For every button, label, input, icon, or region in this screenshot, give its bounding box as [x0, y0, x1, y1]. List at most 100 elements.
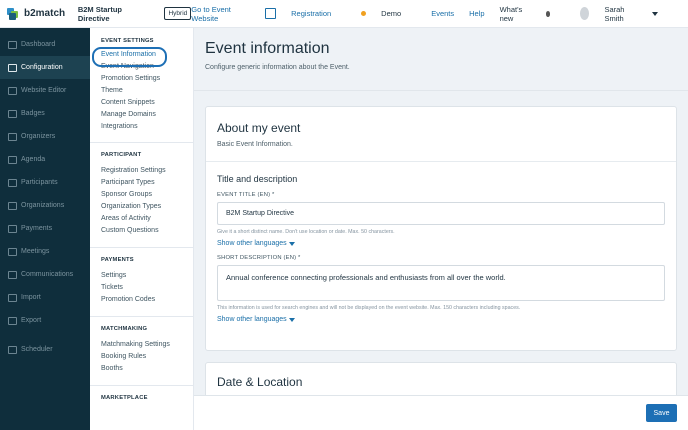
chevron-down-icon [652, 11, 658, 16]
sidebar-item-scheduler[interactable]: Scheduler [0, 338, 90, 361]
card-subtitle: Basic Event Information. [217, 141, 293, 148]
sidebar-item-configuration[interactable]: Configuration [0, 56, 90, 79]
registration-link[interactable]: Registration [265, 8, 346, 19]
sidebar-item-participants[interactable]: Participants [0, 171, 90, 194]
settings-item-booths[interactable]: Booths [101, 363, 193, 375]
sidebar-item-label: Payments [21, 225, 53, 232]
demo-status[interactable]: Demo [361, 9, 416, 18]
short-description-textarea[interactable]: Annual conference connecting professiona… [217, 265, 665, 301]
show-other-languages-label: Show other languages [217, 240, 287, 247]
footer-bar: Save [194, 395, 688, 430]
sidebar-item-badges[interactable]: Badges [0, 102, 90, 125]
sidebar-item-organizers[interactable]: Organizers [0, 125, 90, 148]
short-description-label: SHORT DESCRIPTION (EN) * [217, 255, 301, 261]
whats-new-link[interactable]: What's new [500, 5, 566, 23]
badge-icon [8, 109, 17, 118]
card-body: Title and description EVENT TITLE (EN) *… [206, 162, 676, 323]
highlight-ring [92, 47, 167, 67]
show-other-languages-link[interactable]: Show other languages [217, 240, 676, 247]
sidebar-item-label: Meetings [21, 248, 50, 255]
website-icon [8, 86, 17, 95]
settings-item-sponsor-groups[interactable]: Sponsor Groups [101, 189, 193, 201]
sidebar-item-export[interactable]: Export [0, 309, 90, 332]
user-name: Sarah Smith [604, 4, 625, 23]
show-other-languages-link[interactable]: Show other languages [217, 316, 676, 323]
meetings-icon [8, 247, 17, 256]
left-sidebar: Dashboard Configuration Website Editor B… [0, 28, 90, 430]
participants-icon [8, 178, 17, 187]
event-name[interactable]: B2M Startup Directive [78, 5, 151, 23]
short-description-hint: This information is used for search engi… [217, 305, 521, 311]
help-link[interactable]: Help [469, 9, 484, 18]
event-title-input[interactable]: B2M Startup Directive [217, 202, 665, 225]
sidebar-item-website-editor[interactable]: Website Editor [0, 79, 90, 102]
settings-item-integrations[interactable]: Integrations [101, 121, 193, 133]
settings-group-title: MARKETPLACE [101, 395, 148, 401]
gear-icon [8, 63, 17, 72]
settings-item-content-snippets[interactable]: Content Snippets [101, 97, 193, 109]
notification-dot-icon [545, 10, 551, 17]
go-to-event-website-link[interactable]: Go to Event Website [191, 5, 250, 23]
registration-icon [265, 8, 277, 19]
page-subtitle: Configure generic information about the … [205, 64, 350, 71]
page-header: Event information Configure generic info… [194, 28, 688, 91]
brand-name: b2match [24, 8, 66, 19]
import-icon [8, 293, 17, 302]
settings-item-custom-questions[interactable]: Custom Questions [101, 225, 193, 237]
page-title: Event information [205, 40, 330, 57]
dashboard-icon [8, 40, 17, 49]
agenda-icon [8, 155, 17, 164]
demo-label: Demo [381, 9, 402, 18]
avatar [580, 7, 590, 20]
brand-logo[interactable]: b2match [7, 7, 78, 20]
sidebar-item-agenda[interactable]: Agenda [0, 148, 90, 171]
sidebar-item-import[interactable]: Import [0, 286, 90, 309]
whats-new-label: What's new [499, 4, 523, 23]
sidebar-item-label: Badges [21, 110, 45, 117]
settings-item-promotion-codes[interactable]: Promotion Codes [101, 294, 193, 306]
about-event-card: About my event Basic Event Information. … [205, 106, 677, 351]
save-button[interactable]: Save [646, 404, 677, 422]
sidebar-item-communications[interactable]: Communications [0, 263, 90, 286]
organizations-icon [8, 201, 17, 210]
export-icon [8, 316, 17, 325]
sidebar-item-meetings[interactable]: Meetings [0, 240, 90, 263]
top-bar: b2match B2M Startup Directive Hybrid Go … [0, 0, 688, 28]
top-nav: Go to Event Website Registration Demo Ev… [191, 5, 688, 23]
section-title: Title and description [217, 174, 298, 184]
settings-item-participant-types[interactable]: Participant Types [101, 177, 193, 189]
event-title-hint: Give it a short distinct name. Don't use… [217, 229, 395, 235]
sidebar-item-organizations[interactable]: Organizations [0, 194, 90, 217]
scheduler-icon [8, 345, 17, 354]
card-header: About my event Basic Event Information. [206, 107, 676, 162]
chevron-down-icon [288, 317, 295, 322]
b2match-logo-icon [7, 7, 19, 20]
settings-item-manage-domains[interactable]: Manage Domains [101, 109, 193, 121]
settings-item-payment-settings[interactable]: Settings [101, 270, 193, 282]
organizers-icon [8, 132, 17, 141]
settings-item-tickets[interactable]: Tickets [101, 282, 193, 294]
settings-item-promotion-settings[interactable]: Promotion Settings [101, 73, 193, 85]
settings-item-booking-rules[interactable]: Booking Rules [101, 351, 193, 363]
sidebar-item-label: Configuration [21, 64, 63, 71]
sidebar-item-payments[interactable]: Payments [0, 217, 90, 240]
settings-item-organization-types[interactable]: Organization Types [101, 201, 193, 213]
event-title-label: EVENT TITLE (EN) * [217, 192, 275, 198]
sidebar-item-label: Organizers [21, 133, 56, 140]
communications-icon [8, 270, 17, 279]
sidebar-item-label: Participants [21, 179, 58, 186]
sidebar-item-label: Communications [21, 271, 74, 278]
user-menu[interactable]: Sarah Smith [580, 5, 673, 23]
settings-item-areas-of-activity[interactable]: Areas of Activity [101, 213, 193, 225]
sidebar-item-dashboard[interactable]: Dashboard [0, 33, 90, 56]
registration-label: Registration [291, 9, 332, 18]
payments-icon [8, 224, 17, 233]
events-link[interactable]: Events [431, 9, 454, 18]
chevron-down-icon [288, 241, 295, 246]
settings-item-matchmaking-settings[interactable]: Matchmaking Settings [101, 339, 193, 351]
settings-item-theme[interactable]: Theme [101, 85, 193, 97]
status-dot-icon [361, 11, 367, 16]
settings-item-registration-settings[interactable]: Registration Settings [101, 165, 193, 177]
card-title: Date & Location [217, 375, 303, 389]
settings-menu: EVENT SETTINGS Event Information Event N… [90, 28, 194, 430]
